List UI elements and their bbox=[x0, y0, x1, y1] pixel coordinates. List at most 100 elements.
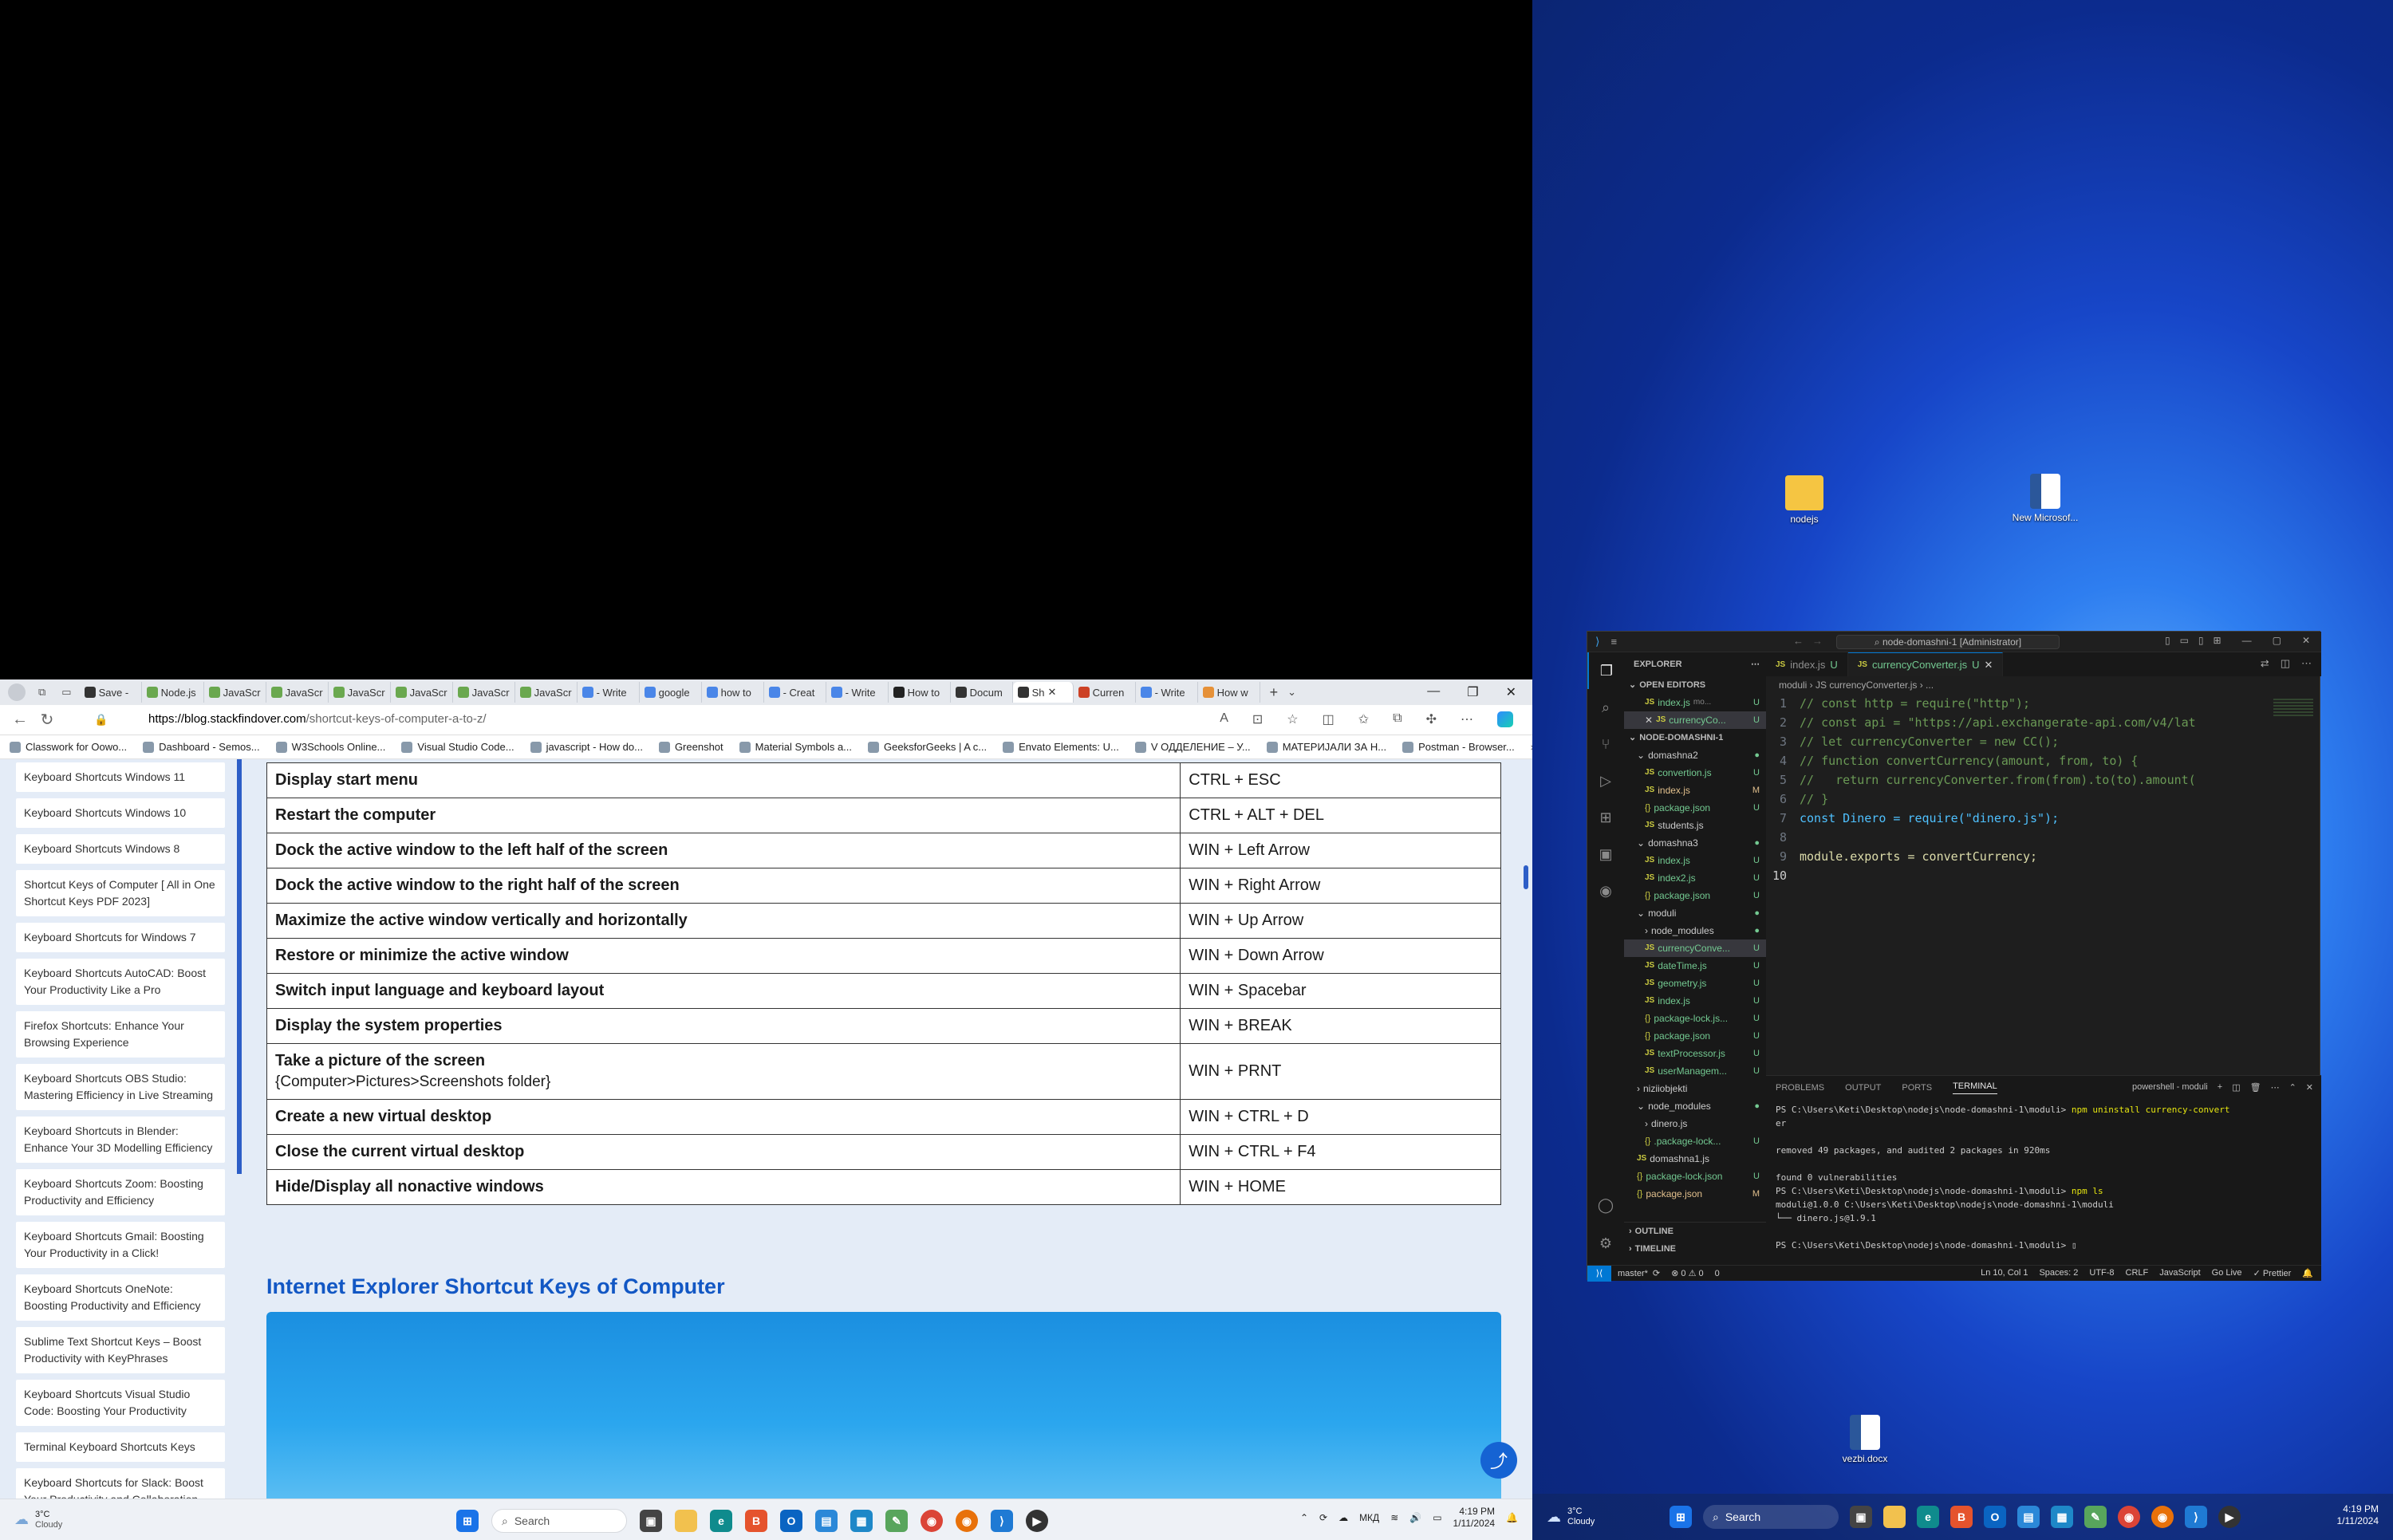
photos-icon[interactable]: ▤ bbox=[815, 1510, 838, 1532]
customize-layout-icon[interactable]: ⊞ bbox=[2214, 635, 2222, 646]
file-tree-item[interactable]: JS index2.js U bbox=[1624, 869, 1766, 887]
indentation[interactable]: Spaces: 2 bbox=[2039, 1268, 2078, 1278]
back-icon[interactable]: ← bbox=[6, 711, 34, 729]
encoding[interactable]: UTF-8 bbox=[2089, 1268, 2114, 1278]
tray-chevron-icon[interactable]: ⌃ bbox=[1300, 1512, 1308, 1523]
store-icon[interactable]: ▦ bbox=[850, 1510, 873, 1532]
chrome-canary-icon[interactable]: ◉ bbox=[2151, 1506, 2174, 1528]
sidebar-article-link[interactable]: Keyboard Shortcuts in Blender: Enhance Y… bbox=[16, 1117, 225, 1163]
remote-indicator-icon[interactable]: ⟩⟨ bbox=[1587, 1265, 1611, 1282]
notifications-bell-icon[interactable]: 🔔 bbox=[2302, 1268, 2313, 1278]
cursor-position[interactable]: Ln 10, Col 1 bbox=[1981, 1268, 2028, 1278]
minimap[interactable] bbox=[2273, 699, 2313, 718]
wifi-icon[interactable]: ≋ bbox=[1390, 1512, 1398, 1523]
app-available-icon[interactable]: ⊡ bbox=[1252, 711, 1263, 727]
extensions-icon[interactable]: ⊞ bbox=[1587, 799, 1624, 836]
browser-tab[interactable]: JavaScr bbox=[515, 682, 578, 703]
sidebar-article-link[interactable]: Keyboard Shortcuts Windows 11 bbox=[16, 762, 225, 792]
desktop-icon-vezbi[interactable]: vezbi.docx bbox=[1825, 1415, 1905, 1464]
battery-icon[interactable]: ▭ bbox=[1433, 1512, 1441, 1523]
taskbar-search[interactable]: ⌕ Search bbox=[491, 1509, 627, 1533]
photos-icon[interactable]: ▤ bbox=[2017, 1506, 2040, 1528]
file-tree-item[interactable]: {} package.json U bbox=[1624, 887, 1766, 904]
onedrive-icon[interactable]: ☁ bbox=[1338, 1512, 1348, 1523]
sidebar-article-link[interactable]: Firefox Shortcuts: Enhance Your Browsing… bbox=[16, 1011, 225, 1058]
go-live[interactable]: Go Live bbox=[2212, 1268, 2242, 1278]
file-tree-item[interactable]: JS dateTime.js U bbox=[1624, 957, 1766, 975]
file-tree-item[interactable]: {} package.json U bbox=[1624, 799, 1766, 817]
sidebar-article-link[interactable]: Terminal Keyboard Shortcuts Keys bbox=[16, 1432, 225, 1462]
file-tree-item[interactable]: {} package-lock.js... U bbox=[1624, 1010, 1766, 1027]
chrome-icon[interactable]: ◉ bbox=[921, 1510, 943, 1532]
refresh-icon[interactable]: ↻ bbox=[34, 710, 61, 730]
editor-more-icon[interactable]: ⋯ bbox=[2301, 657, 2312, 670]
close-editor-icon[interactable]: ✕ bbox=[1645, 711, 1653, 729]
browser-tab[interactable]: How to bbox=[889, 682, 951, 703]
volume-icon[interactable]: 🔊 bbox=[1409, 1512, 1421, 1523]
weather-widget[interactable]: 3°C Cloudy bbox=[1567, 1507, 1595, 1527]
sidebar-article-link[interactable]: Keyboard Shortcuts Zoom: Boosting Produc… bbox=[16, 1169, 225, 1215]
panel-more-icon[interactable]: ⋯ bbox=[2271, 1082, 2280, 1093]
file-tree-item[interactable]: {} .package-lock... U bbox=[1624, 1132, 1766, 1150]
sidebar-article-link[interactable]: Shortcut Keys of Computer [ All in One S… bbox=[16, 870, 225, 916]
new-tab-button[interactable]: + bbox=[1270, 684, 1279, 701]
file-explorer-icon[interactable] bbox=[675, 1510, 697, 1532]
page-scrollbar-thumb[interactable] bbox=[1524, 865, 1528, 889]
browser-tab[interactable]: Docum bbox=[951, 682, 1013, 703]
favorite-link[interactable]: GeeksforGeeks | A c... bbox=[868, 741, 987, 753]
favorite-link[interactable]: Envato Elements: U... bbox=[1003, 741, 1119, 753]
favorite-link[interactable]: javascript - How do... bbox=[530, 741, 643, 753]
sidebar-article-link[interactable]: Keyboard Shortcuts Visual Studio Code: B… bbox=[16, 1380, 225, 1426]
split-editor-icon[interactable]: ◫ bbox=[2281, 657, 2290, 670]
file-tree-item[interactable]: JS index.js U bbox=[1624, 992, 1766, 1010]
settings-gear-icon[interactable]: ⚙ bbox=[1587, 1225, 1624, 1262]
browser-tab[interactable]: JavaScr bbox=[453, 682, 515, 703]
close-panel-icon[interactable]: ✕ bbox=[2306, 1082, 2313, 1093]
file-tree-item[interactable]: {} package.json M bbox=[1624, 1185, 1766, 1203]
notification-bell-icon[interactable]: 🔔 bbox=[1506, 1512, 1518, 1523]
toggle-secondary-sidebar-icon[interactable]: ▯ bbox=[2198, 635, 2204, 646]
sidebar-article-link[interactable]: Keyboard Shortcuts OBS Studio: Mastering… bbox=[16, 1064, 225, 1110]
sidebar-article-link[interactable]: Keyboard Shortcuts Windows 8 bbox=[16, 834, 225, 864]
store-icon[interactable]: ▦ bbox=[2051, 1506, 2073, 1528]
search-icon[interactable]: ⌕ bbox=[1587, 689, 1624, 726]
ports-count[interactable]: 0 bbox=[1715, 1269, 1720, 1278]
file-tree-item[interactable]: JS convertion.js U bbox=[1624, 764, 1766, 782]
terminal-shell-label[interactable]: powershell - moduli bbox=[2132, 1082, 2208, 1093]
file-tree-item[interactable]: JS index.js U bbox=[1624, 852, 1766, 869]
file-tree-item[interactable]: ⌄ moduli ● bbox=[1624, 904, 1766, 922]
browser-tab[interactable]: How w bbox=[1198, 682, 1260, 703]
start-icon[interactable]: ⊞ bbox=[456, 1510, 479, 1532]
breadcrumb[interactable]: moduli › JS currencyConverter.js › ... bbox=[1766, 676, 2321, 694]
explorer-icon[interactable]: ❐ bbox=[1587, 652, 1624, 689]
outlook-icon[interactable]: O bbox=[780, 1510, 802, 1532]
read-aloud-icon[interactable]: A bbox=[1220, 711, 1228, 727]
favorite-link[interactable]: Material Symbols a... bbox=[739, 741, 852, 753]
file-tree-item[interactable]: {} package.json U bbox=[1624, 1027, 1766, 1045]
file-tree-item[interactable]: JS students.js bbox=[1624, 817, 1766, 834]
brave-icon[interactable]: B bbox=[745, 1510, 767, 1532]
sidebar-article-link[interactable]: Keyboard Shortcuts for Windows 7 bbox=[16, 923, 225, 952]
run-debug-icon[interactable]: ▷ bbox=[1587, 762, 1624, 799]
collections-icon[interactable]: ⧉ bbox=[1393, 711, 1402, 727]
profile-icon[interactable] bbox=[8, 683, 26, 701]
editor-tab-index[interactable]: JS index.js U bbox=[1766, 652, 1848, 676]
explorer-more-icon[interactable]: ⋯ bbox=[1751, 652, 1766, 676]
browser-tab[interactable]: JavaScr bbox=[266, 682, 329, 703]
source-control-icon[interactable]: ⑂ bbox=[1587, 726, 1624, 762]
browser-tab[interactable]: - Write bbox=[578, 682, 640, 703]
copilot-icon[interactable] bbox=[1497, 711, 1513, 727]
share-button[interactable]: ⤴ bbox=[1480, 1442, 1517, 1479]
desktop-icon-word-doc[interactable]: New Microsof... bbox=[2005, 474, 2085, 523]
favorite-link[interactable]: Postman - Browser... bbox=[1402, 741, 1515, 753]
minimize-button[interactable]: — bbox=[2242, 635, 2252, 646]
close-tab-icon[interactable]: ✕ bbox=[1985, 659, 1993, 672]
sidebar-article-link[interactable]: Keyboard Shortcuts OneNote: Boosting Pro… bbox=[16, 1274, 225, 1321]
file-tree-item[interactable]: JS domashna1.js bbox=[1624, 1150, 1766, 1168]
open-editor-item[interactable]: ✕ JS currencyCo... U bbox=[1624, 711, 1766, 729]
file-tree-item[interactable]: › node_modules ● bbox=[1624, 922, 1766, 939]
terminal-output[interactable]: PS C:\Users\Keti\Desktop\nodejs\node-dom… bbox=[1766, 1100, 2321, 1266]
browser-tab[interactable]: google bbox=[640, 682, 702, 703]
start-icon[interactable]: ⊞ bbox=[1670, 1506, 1692, 1528]
favorite-link[interactable]: МАТЕРИЈАЛИ ЗА Н... bbox=[1266, 741, 1386, 753]
